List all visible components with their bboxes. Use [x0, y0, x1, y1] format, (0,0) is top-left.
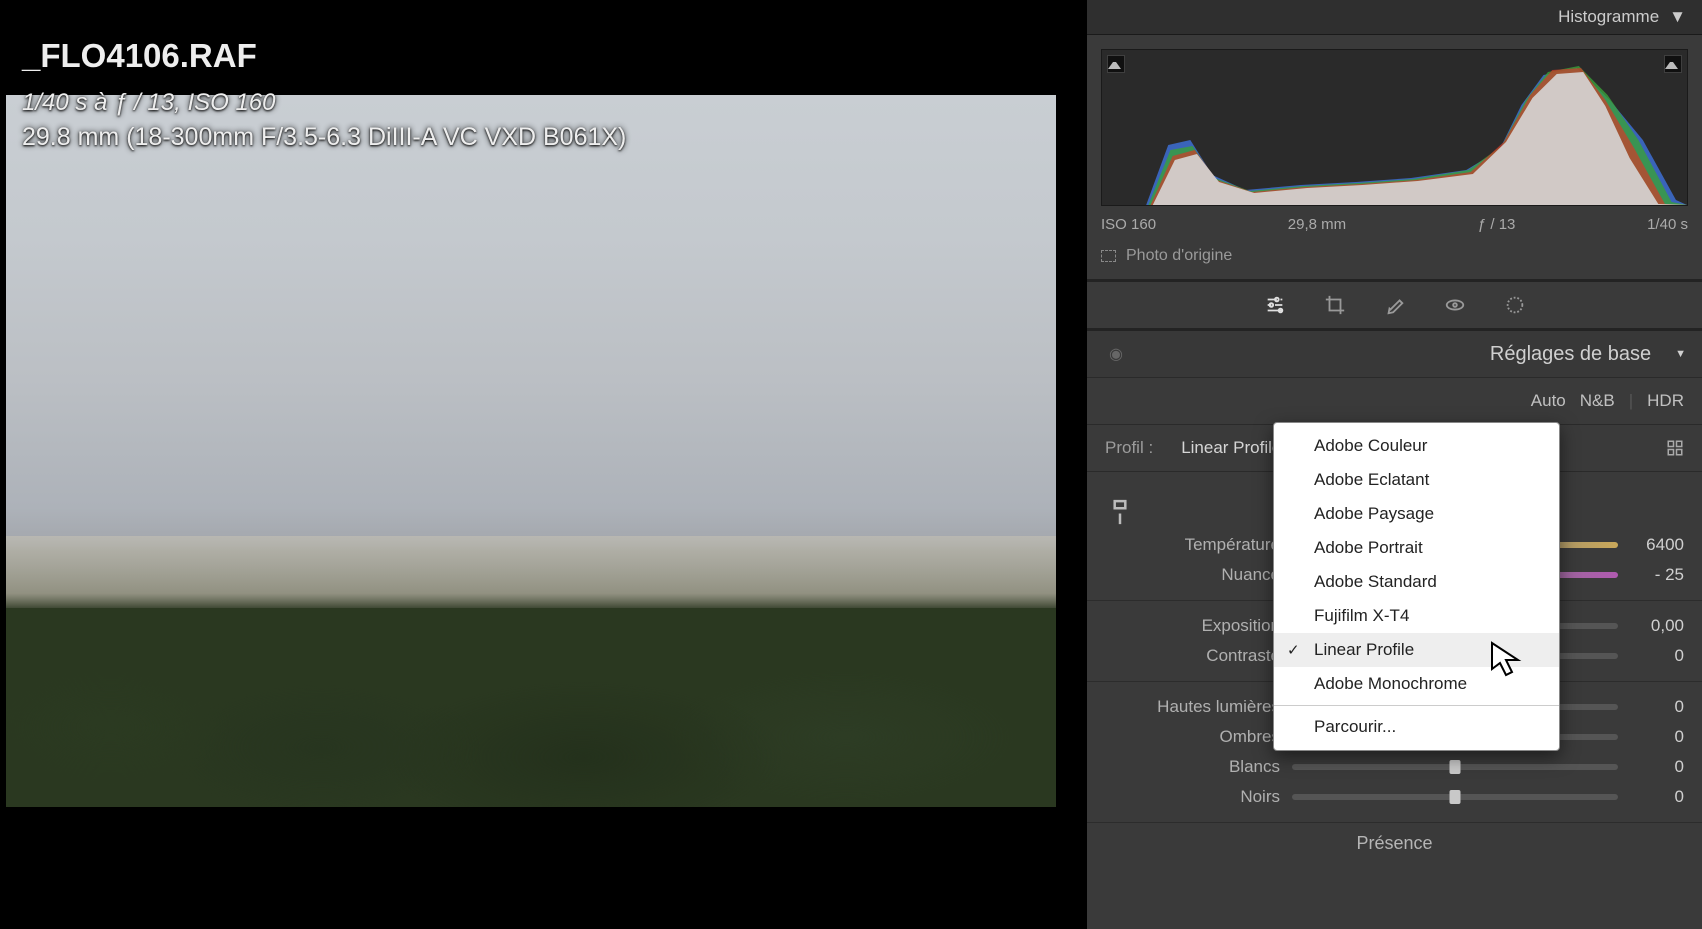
tool-strip	[1087, 282, 1702, 331]
profile-value[interactable]: Linear Profile	[1181, 438, 1281, 458]
collapse-icon: ▼	[1669, 7, 1686, 27]
histo-aperture: ƒ / 13	[1478, 216, 1516, 233]
profile-option-adobe-eclatant[interactable]: Adobe Eclatant	[1274, 463, 1559, 497]
blacks-slider[interactable]	[1292, 794, 1618, 800]
whites-slider[interactable]	[1292, 764, 1618, 770]
profile-label: Profil :	[1105, 438, 1153, 458]
histogram-graph[interactable]	[1101, 49, 1688, 206]
lens-line: 29.8 mm (18-300mm F/3.5-6.3 DiIII-A VC V…	[22, 121, 626, 155]
edit-sliders-tool[interactable]	[1264, 294, 1286, 316]
treatment-bw[interactable]: N&B	[1580, 391, 1615, 411]
histogram-title: Histogramme	[1558, 7, 1659, 27]
redeye-tool[interactable]	[1444, 294, 1466, 316]
profile-option-adobe-couleur[interactable]: Adobe Couleur	[1274, 429, 1559, 463]
image-viewer[interactable]: _FLO4106.RAF 1/40 s à ƒ / 13, ISO 160 29…	[0, 0, 1087, 929]
basic-panel-header[interactable]: ◉ Réglages de base ▼	[1087, 331, 1702, 378]
eyedropper-tool[interactable]	[1099, 489, 1141, 531]
histogram-header[interactable]: Histogramme ▼	[1087, 0, 1702, 35]
treatment-row: Auto N&B | HDR	[1087, 378, 1702, 425]
filename: _FLO4106.RAF	[22, 34, 626, 79]
profile-option-adobe-standard[interactable]: Adobe Standard	[1274, 565, 1559, 599]
exposure-line: 1/40 s à ƒ / 13, ISO 160	[22, 87, 626, 119]
profile-option-adobe-paysage[interactable]: Adobe Paysage	[1274, 497, 1559, 531]
profile-option-fujifilm[interactable]: Fujifilm X-T4	[1274, 599, 1559, 633]
profile-option-linear[interactable]: ✓Linear Profile	[1274, 633, 1559, 667]
treatment-hdr[interactable]: HDR	[1647, 391, 1684, 411]
profile-dropdown[interactable]: Adobe Couleur Adobe Eclatant Adobe Paysa…	[1273, 422, 1560, 751]
panel-visibility-icon[interactable]: ◉	[1109, 344, 1123, 364]
checkmark-icon: ✓	[1287, 641, 1300, 659]
presence-header: Présence	[1087, 823, 1702, 863]
profile-browser-icon[interactable]	[1666, 439, 1684, 457]
histo-iso: ISO 160	[1101, 216, 1156, 233]
healing-tool[interactable]	[1384, 294, 1406, 316]
histogram-meta-row: ISO 160 29,8 mm ƒ / 13 1/40 s	[1101, 216, 1688, 233]
compare-icon	[1101, 250, 1116, 262]
profile-option-monochrome[interactable]: Adobe Monochrome	[1274, 667, 1559, 701]
treatment-auto[interactable]: Auto	[1531, 391, 1566, 411]
basic-panel-title: Réglages de base	[1490, 343, 1651, 366]
histo-shutter: 1/40 s	[1647, 216, 1688, 233]
profile-option-browse[interactable]: Parcourir...	[1274, 710, 1559, 744]
original-photo-toggle[interactable]: Photo d'origine	[1101, 247, 1688, 265]
masking-tool[interactable]	[1504, 294, 1526, 316]
image-metadata-overlay: _FLO4106.RAF 1/40 s à ƒ / 13, ISO 160 29…	[22, 34, 626, 155]
crop-tool[interactable]	[1324, 294, 1346, 316]
profile-row: Profil : Linear Profile ▴▾ Adobe Couleur…	[1087, 425, 1702, 472]
histo-focal: 29,8 mm	[1288, 216, 1346, 233]
histogram-panel: ISO 160 29,8 mm ƒ / 13 1/40 s Photo d'or…	[1087, 35, 1702, 282]
profile-option-adobe-portrait[interactable]: Adobe Portrait	[1274, 531, 1559, 565]
preview-image	[6, 95, 1056, 807]
collapse-icon: ▼	[1675, 348, 1686, 360]
